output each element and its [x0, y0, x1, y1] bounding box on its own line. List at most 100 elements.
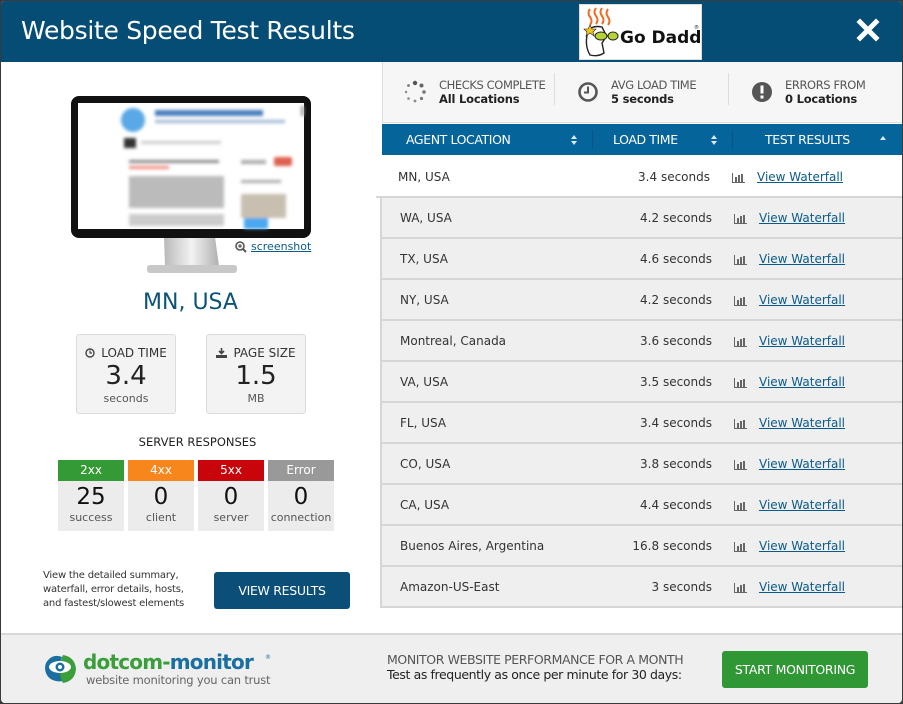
response-code: 2xx: [58, 460, 124, 481]
table-row[interactable]: Amazon-US-East 3 seconds View Waterfall: [380, 567, 902, 608]
agent-location: Montreal, Canada: [400, 334, 507, 348]
avg-load-time-label: AVG LOAD TIME: [611, 78, 697, 92]
bar-chart-icon: [734, 295, 747, 306]
page-size-unit: MB: [247, 392, 265, 405]
load-time-card: LOAD TIME 3.4 seconds: [76, 334, 176, 414]
view-results-button[interactable]: VIEW RESULTS: [214, 572, 350, 609]
selected-location: MN, USA: [143, 290, 238, 315]
errors-label: ERRORS FROM: [785, 78, 866, 92]
view-waterfall-link[interactable]: View Waterfall: [759, 485, 845, 526]
bar-chart-icon: [734, 582, 747, 593]
avg-load-time-value: 5 seconds: [611, 92, 674, 106]
table-row[interactable]: Montreal, Canada 3.6 seconds View Waterfal…: [380, 321, 902, 362]
load-time: 3.4 seconds: [640, 416, 712, 430]
checks-complete-summary: CHECKS COMPLETE All Locations: [403, 62, 546, 122]
avg-load-time-summary: AVG LOAD TIME 5 seconds: [577, 62, 697, 122]
response-count: 25: [76, 484, 106, 510]
view-waterfall-cell: View Waterfall: [734, 444, 845, 485]
screenshot-link[interactable]: screenshot: [235, 240, 311, 253]
load-time-unit: seconds: [103, 392, 149, 405]
footer: dotcom-monitor ® website monitoring you …: [1, 633, 902, 703]
bar-chart-icon: [732, 172, 745, 183]
svg-text:dotcom-monitor: dotcom-monitor: [83, 650, 254, 674]
modal-title: Website Speed Test Results: [21, 16, 355, 45]
table-row[interactable]: MN, USA 3.4 seconds View Waterfall: [376, 157, 902, 198]
server-responses-title: SERVER RESPONSES: [138, 435, 257, 449]
response-desc: server: [213, 511, 249, 524]
load-time: 3.8 seconds: [640, 457, 712, 471]
view-waterfall-link[interactable]: View Waterfall: [759, 444, 845, 485]
checks-complete-label: CHECKS COMPLETE: [439, 78, 546, 92]
load-time: 3.4 seconds: [638, 170, 710, 184]
view-waterfall-cell: View Waterfall: [734, 567, 845, 608]
agent-location: Amazon-US-East: [400, 580, 500, 594]
errors-value: 0 Locations: [785, 92, 857, 106]
column-load-time[interactable]: LOAD TIME: [613, 124, 678, 155]
response-4xx: 4xx 0 client: [128, 460, 194, 531]
view-waterfall-link[interactable]: View Waterfall: [759, 567, 845, 608]
view-waterfall-cell: View Waterfall: [734, 403, 845, 444]
table-row[interactable]: FL, USA 3.4 seconds View Waterfall: [380, 403, 902, 444]
download-icon: [216, 348, 228, 358]
load-time: 4.2 seconds: [640, 293, 712, 307]
zoom-in-icon: [235, 240, 247, 253]
view-waterfall-cell: View Waterfall: [734, 362, 845, 403]
table-row[interactable]: CA, USA 4.4 seconds View Waterfall: [380, 485, 902, 526]
sort-icon[interactable]: [710, 134, 718, 146]
start-monitoring-button[interactable]: START MONITORING: [722, 651, 868, 688]
view-waterfall-link[interactable]: View Waterfall: [759, 403, 845, 444]
screenshot-link-label[interactable]: screenshot: [251, 240, 311, 253]
agent-location: VA, USA: [400, 375, 449, 389]
table-row[interactable]: WA, USA 4.2 seconds View Waterfall: [380, 198, 902, 239]
view-waterfall-link[interactable]: View Waterfall: [759, 239, 845, 280]
view-waterfall-cell: View Waterfall: [734, 280, 845, 321]
view-waterfall-link[interactable]: View Waterfall: [759, 321, 845, 362]
response-desc: connection: [270, 511, 332, 524]
column-agent-location[interactable]: AGENT LOCATION: [406, 124, 511, 155]
divider: [554, 73, 555, 105]
response-count: 0: [293, 484, 309, 510]
bar-chart-icon: [734, 336, 747, 347]
svg-text:Go Daddy: Go Daddy: [620, 28, 701, 48]
sort-icon[interactable]: [570, 134, 578, 146]
agent-location: CA, USA: [400, 498, 450, 512]
bar-chart-icon: [734, 213, 747, 224]
view-waterfall-cell: View Waterfall: [734, 526, 845, 567]
view-waterfall-link[interactable]: View Waterfall: [759, 526, 845, 567]
load-time: 3 seconds: [651, 580, 713, 594]
bar-chart-icon: [734, 459, 747, 470]
load-time: 4.6 seconds: [640, 252, 712, 266]
results-table-header: AGENT LOCATION LOAD TIME TEST RESULTS: [382, 124, 902, 155]
load-time: 3.5 seconds: [640, 375, 712, 389]
agent-location: MN, USA: [398, 170, 450, 184]
clock-icon: [578, 82, 598, 102]
response-count: 0: [223, 484, 239, 510]
dotcom-monitor-logo: dotcom-monitor ® website monitoring you …: [43, 647, 283, 689]
response-desc: client: [145, 511, 177, 524]
response-5xx: 5xx 0 server: [198, 460, 264, 531]
divider: [592, 130, 593, 149]
view-waterfall-link[interactable]: View Waterfall: [757, 157, 843, 198]
bar-chart-icon: [734, 254, 747, 265]
divider: [732, 130, 733, 149]
svg-text:website monitoring you can tru: website monitoring you can trust: [86, 673, 271, 687]
column-test-results[interactable]: TEST RESULTS: [765, 124, 850, 155]
agent-location: CO, USA: [400, 457, 451, 471]
table-row[interactable]: CO, USA 3.8 seconds View Waterfall: [380, 444, 902, 485]
table-row[interactable]: VA, USA 3.5 seconds View Waterfall: [380, 362, 902, 403]
location-detail-panel: screenshot MN, USA LOAD TIME 3.4 seconds…: [1, 62, 380, 633]
view-waterfall-link[interactable]: View Waterfall: [759, 362, 845, 403]
view-waterfall-link[interactable]: View Waterfall: [759, 280, 845, 321]
table-row[interactable]: TX, USA 4.6 seconds View Waterfall: [380, 239, 902, 280]
load-time: 4.2 seconds: [640, 211, 712, 225]
sort-asc-icon[interactable]: [879, 134, 887, 146]
page-size-label: PAGE SIZE: [207, 346, 305, 360]
close-button[interactable]: [856, 18, 880, 42]
table-row[interactable]: NY, USA 4.2 seconds View Waterfall: [380, 280, 902, 321]
response-code: Error: [268, 460, 334, 481]
table-row[interactable]: Buenos Aires, Argentina 16.8 seconds View …: [380, 526, 902, 567]
clock-icon: [85, 348, 95, 358]
godaddy-logo: Go Daddy ®: [579, 4, 713, 60]
promo-description: Test as frequently as once per minute fo…: [387, 667, 682, 682]
view-waterfall-link[interactable]: View Waterfall: [759, 198, 845, 239]
